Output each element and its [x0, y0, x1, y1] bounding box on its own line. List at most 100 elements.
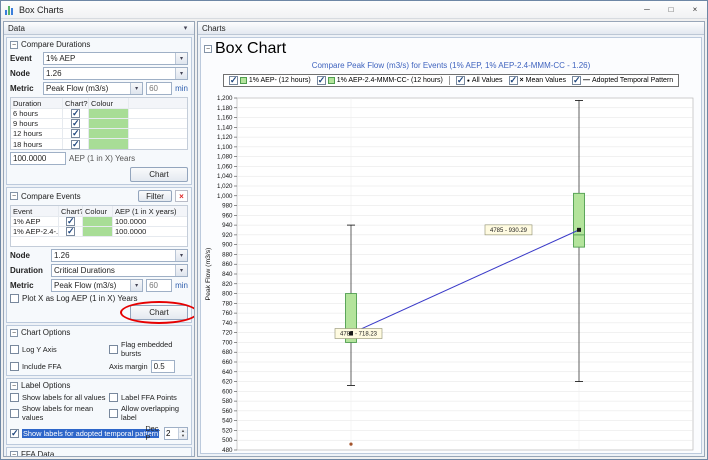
colour-cell[interactable]: [83, 227, 113, 236]
legend-item[interactable]: ×Mean Values: [509, 76, 566, 85]
duration-combobox[interactable]: Critical Durations: [51, 264, 188, 277]
table-header-cell: [129, 98, 187, 108]
interval-unit-label: min: [175, 281, 188, 290]
box-chart-section: Box Chart Compare Peak Flow (m3/s) for E…: [200, 37, 702, 454]
aep-field[interactable]: [10, 152, 66, 165]
collapse-icon[interactable]: [10, 451, 18, 457]
collapse-icon[interactable]: [10, 192, 18, 200]
interval-field[interactable]: [146, 82, 172, 95]
duration-cell: 6 hours: [11, 109, 63, 118]
minimize-button[interactable]: ─: [635, 1, 659, 18]
labels-adopted-tp-checkbox[interactable]: [10, 429, 19, 438]
close-button[interactable]: ×: [683, 1, 707, 18]
legend-item[interactable]: —Adopted Temporal Pattern: [572, 76, 673, 85]
svg-text:800: 800: [222, 291, 233, 298]
table-header-cell: Chart?: [59, 206, 83, 216]
legend-checkbox[interactable]: [572, 76, 581, 85]
allow-overlap-label: Allow overlapping label: [121, 404, 188, 422]
close-x-icon[interactable]: ×: [175, 190, 188, 202]
colour-cell[interactable]: [83, 217, 113, 226]
svg-text:1,020: 1,020: [217, 183, 233, 190]
data-panel-body: Compare Durations Event 1% AEP Node 1.26: [4, 35, 194, 456]
durations-chart-button[interactable]: Chart: [130, 167, 188, 182]
table-row[interactable]: 1% AEP-2.4-... 100.0000: [11, 227, 187, 237]
table-row[interactable]: 18 hours: [11, 139, 187, 149]
dot-swatch-icon: ●: [467, 78, 470, 84]
charts-panel: Charts Box Chart Compare Peak Flow (m3/s…: [197, 21, 705, 457]
chevron-down-icon[interactable]: [175, 265, 187, 276]
table-header-cell: Event: [11, 206, 59, 216]
chevron-down-icon[interactable]: [175, 250, 187, 261]
x-swatch-icon: ×: [520, 77, 524, 84]
chart-checkbox[interactable]: [71, 129, 80, 138]
svg-text:480: 480: [222, 447, 233, 454]
plot-x-log-checkbox[interactable]: [10, 294, 19, 303]
svg-text:560: 560: [222, 408, 233, 415]
include-ffa-checkbox[interactable]: [10, 362, 19, 371]
chart-options-section: Chart Options Log Y Axis Flag embedded b…: [6, 325, 192, 376]
collapse-icon[interactable]: [10, 329, 18, 337]
table-row[interactable]: 9 hours: [11, 119, 187, 129]
legend-checkbox[interactable]: [229, 76, 238, 85]
node-combobox[interactable]: 1.26: [51, 249, 188, 262]
allow-overlap-checkbox[interactable]: [109, 409, 118, 418]
collapse-icon[interactable]: [10, 41, 18, 49]
colour-cell[interactable]: [89, 139, 129, 149]
metric-combobox[interactable]: Peak Flow (m3/s): [43, 82, 143, 95]
legend-checkbox[interactable]: [317, 76, 326, 85]
labels-mean-values-checkbox[interactable]: [10, 409, 19, 418]
interval-field[interactable]: [146, 279, 172, 292]
filter-button[interactable]: Filter: [138, 190, 172, 202]
flag-embedded-bursts-checkbox[interactable]: [109, 345, 118, 354]
colour-cell[interactable]: [89, 109, 129, 118]
chart-checkbox[interactable]: [66, 227, 75, 236]
chart-checkbox[interactable]: [66, 217, 75, 226]
charts-panel-header[interactable]: Charts: [198, 22, 704, 35]
event-combobox[interactable]: 1% AEP: [43, 52, 188, 65]
label-ffa-points-checkbox[interactable]: [109, 393, 118, 402]
table-row[interactable]: 6 hours: [11, 109, 187, 119]
colour-cell[interactable]: [89, 119, 129, 128]
chevron-down-icon[interactable]: [175, 53, 187, 64]
labels-mean-values-label: Show labels for mean values: [22, 404, 106, 422]
svg-text:880: 880: [222, 251, 233, 258]
log-y-axis-checkbox[interactable]: [10, 345, 19, 354]
node-combobox[interactable]: 1.26: [43, 67, 188, 80]
axis-margin-field[interactable]: [151, 360, 175, 373]
chart-checkbox[interactable]: [71, 119, 80, 128]
dec-p-field[interactable]: [165, 428, 178, 439]
legend-label: Adopted Temporal Pattern: [592, 77, 673, 84]
collapse-icon[interactable]: [10, 382, 18, 390]
chevron-down-icon[interactable]: [130, 280, 142, 291]
chevron-down-icon[interactable]: [175, 68, 187, 79]
table-header-cell: Chart?: [63, 98, 89, 108]
title-bar[interactable]: Box Charts ─ □ ×: [1, 1, 707, 19]
table-row[interactable]: 12 hours: [11, 129, 187, 139]
section-title: Label Options: [21, 381, 70, 390]
svg-text:620: 620: [222, 379, 233, 386]
legend-item[interactable]: 1% AEP- (12 hours): [229, 76, 311, 85]
spin-down-icon[interactable]: [179, 433, 187, 439]
chevron-down-icon[interactable]: [181, 24, 190, 32]
legend-item[interactable]: ●All Values: [456, 76, 503, 85]
events-chart-button[interactable]: Chart: [130, 305, 188, 320]
app-icon: [5, 5, 15, 15]
maximize-button[interactable]: □: [659, 1, 683, 18]
legend-item[interactable]: 1% AEP-2.4-MMM-CC- (12 hours): [317, 76, 443, 85]
chart-checkbox[interactable]: [71, 140, 80, 149]
chart-checkbox[interactable]: [71, 109, 80, 118]
data-panel-header[interactable]: Data: [4, 22, 194, 35]
colour-cell[interactable]: [89, 129, 129, 138]
chevron-down-icon[interactable]: [130, 83, 142, 94]
legend-checkbox[interactable]: [456, 76, 465, 85]
log-y-axis-label: Log Y Axis: [22, 345, 57, 354]
legend-checkbox[interactable]: [509, 76, 518, 85]
chart-checkbox-cell: [59, 217, 83, 226]
dec-p-stepper[interactable]: [164, 427, 188, 440]
metric-combobox[interactable]: Peak Flow (m3/s): [51, 279, 143, 292]
table-row[interactable]: 1% AEP 100.0000: [11, 217, 187, 227]
chart-checkbox-cell: [63, 129, 89, 138]
labels-all-values-checkbox[interactable]: [10, 393, 19, 402]
metric-combobox-value: Peak Flow (m3/s): [46, 84, 108, 93]
collapse-icon[interactable]: [204, 45, 212, 53]
